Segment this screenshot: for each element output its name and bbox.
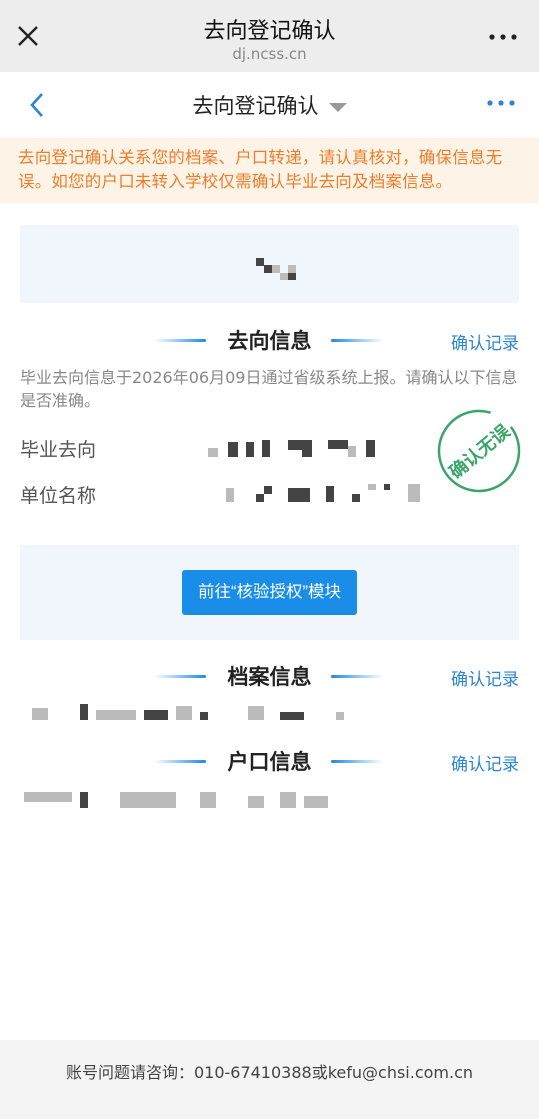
support-footer: 账号问题请咨询：010-67410388或kefu@chsi.com.cn	[0, 1040, 539, 1119]
field-label-destination: 毕业去向	[20, 439, 97, 461]
nav-title-text: 去向登记确认	[192, 94, 319, 118]
nav-title[interactable]: 去向登记确认	[0, 90, 539, 120]
more-dots-icon[interactable]	[489, 34, 517, 40]
stamp-text: 确认无误	[445, 420, 515, 484]
section-divider-right	[331, 760, 383, 763]
field-label-company: 单位名称	[20, 485, 97, 507]
browser-url: dj.ncss.cn	[232, 45, 307, 63]
browser-top-bar: 去向登记确认 dj.ncss.cn	[0, 0, 539, 72]
archive-record-link[interactable]: 确认记录	[451, 665, 519, 690]
verify-authorization-button[interactable]: 前往“核验授权”模块	[182, 570, 357, 615]
section-divider-right	[331, 675, 383, 678]
section-divider-right	[331, 339, 383, 342]
hukou-record-link[interactable]: 确认记录	[451, 750, 519, 775]
nav-bar: 去向登记确认	[0, 72, 539, 138]
browser-title: 去向登记确认	[203, 19, 336, 44]
more-dots-icon[interactable]	[487, 100, 515, 106]
destination-record-link[interactable]: 确认记录	[451, 329, 519, 354]
confirmed-stamp: 确认无误	[437, 409, 521, 493]
notice-banner: 去向登记确认关系您的档案、户口转递，请认真核对，确保信息无误。如您的户口未转入学…	[0, 138, 539, 203]
caret-down-icon	[328, 102, 347, 112]
student-name-panel	[20, 225, 519, 303]
